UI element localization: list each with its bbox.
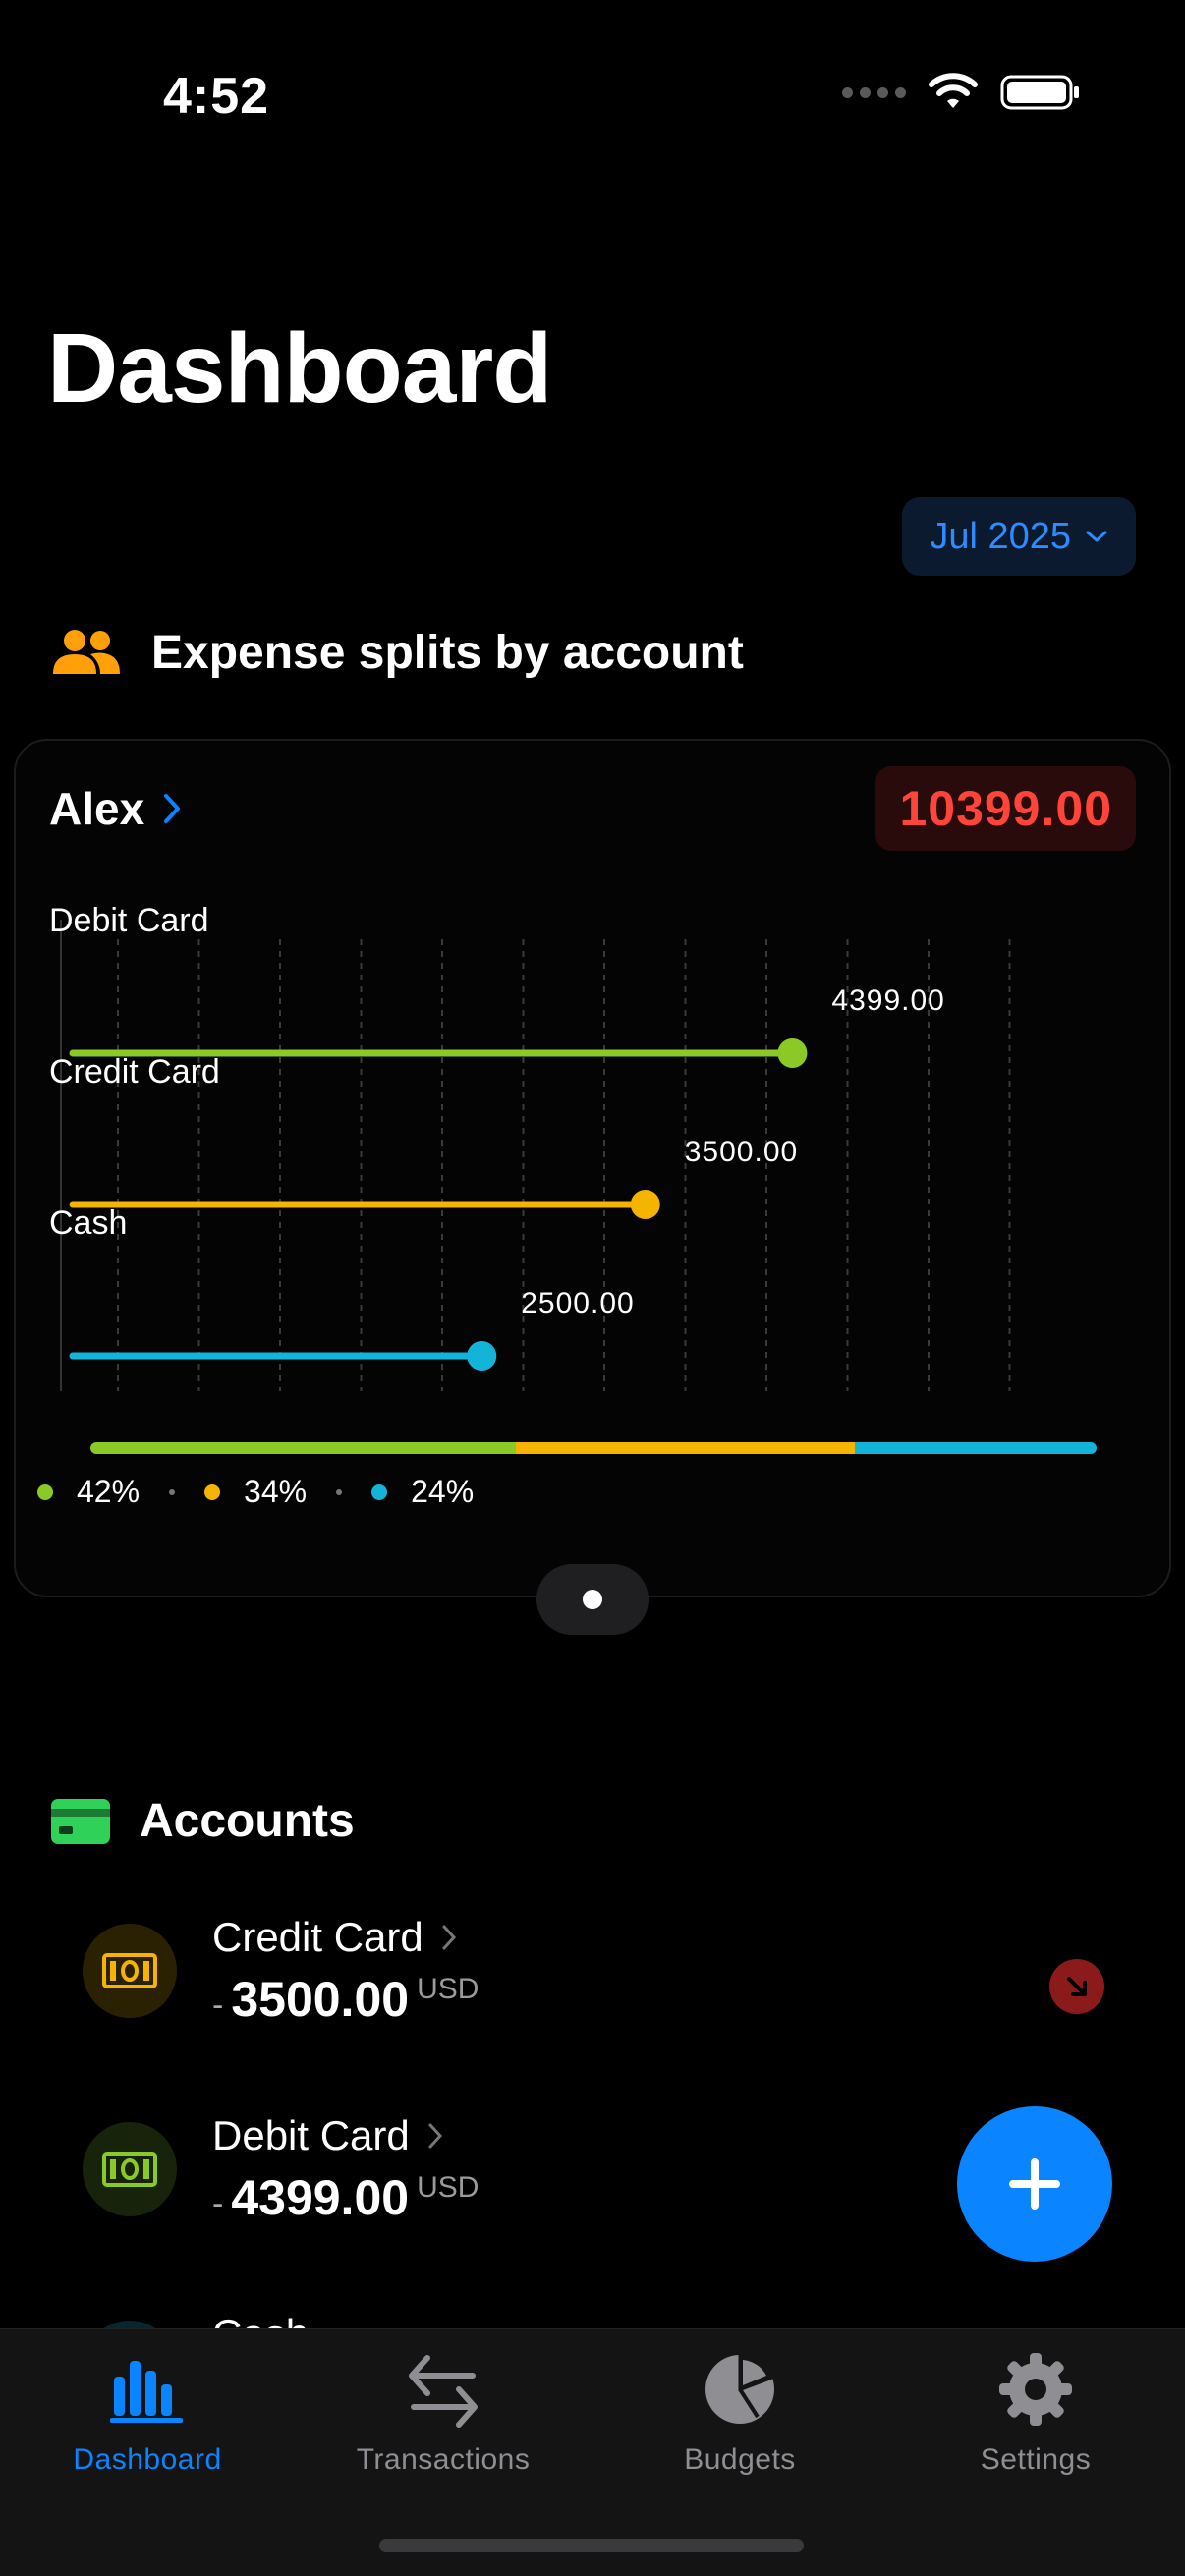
balance-currency: USD [417,1973,480,2005]
expense-split-card: Alex 10399.00 Debit Card Credit Card Cas… [14,739,1171,1597]
bar-value-debit-card: 4399.00 [831,984,945,1017]
account-balance: - 3500.00 USD [212,1971,479,2028]
bar-label-credit-card: Credit Card [49,1053,220,1091]
dashboard-screen: 4:52 Dashboard Jul 2025 Expense splits b… [0,0,1185,2576]
bar-chart-icon [108,2347,187,2432]
card-owner-name: Alex [49,783,145,834]
split-legend: 42% 34% 24% [37,1474,474,1510]
month-selector[interactable]: Jul 2025 [902,497,1136,576]
split-bar-endpoint [630,1190,660,1219]
account-name: Debit Card [212,2112,410,2158]
account-name-link[interactable]: Debit Card [212,2112,443,2159]
split-stack-bar [90,1442,1097,1454]
signal-dots-icon [842,86,906,98]
tab-transactions[interactable]: Transactions [296,2347,591,2494]
add-transaction-button[interactable] [957,2106,1112,2262]
pie-chart-icon [703,2347,777,2432]
month-selector-label: Jul 2025 [930,515,1071,557]
chevron-right-icon [164,794,181,823]
battery-icon [1000,75,1079,110]
transfer-arrows-icon [406,2347,480,2432]
legend-dot [37,1484,53,1500]
status-time: 4:52 [163,68,270,125]
split-bar-endpoint [467,1341,497,1371]
legend-percent: 34% [244,1474,308,1509]
legend-percent: 24% [411,1474,475,1509]
accounts-section-header: Accounts [51,1794,355,1848]
account-balance: - 4399.00 USD [212,2169,479,2226]
card-total-value: 10399.00 [899,781,1112,836]
tab-dashboard[interactable]: Dashboard [0,2347,295,2494]
chevron-down-icon [1086,531,1107,542]
bar-label-debit-card: Debit Card [49,902,209,939]
account-row-credit-card[interactable]: Credit Card - 3500.00 USD [83,1914,1104,2051]
cash-bill-icon [83,2122,177,2216]
account-name: Credit Card [212,1914,423,1960]
status-icons [842,73,1081,112]
tab-label: Settings [980,2443,1092,2476]
accounts-section-title: Accounts [140,1795,355,1847]
balance-sign: - [212,2185,224,2222]
tab-label: Budgets [684,2443,796,2476]
tab-settings[interactable]: Settings [888,2347,1183,2494]
card-owner-link[interactable]: Alex [49,782,182,835]
chevron-right-icon [442,1925,456,1950]
account-name-link[interactable]: Credit Card [212,1914,457,1961]
tab-label: Dashboard [73,2443,222,2476]
stack-segment [90,1442,517,1454]
bar-label-cash: Cash [49,1204,128,1242]
bar-value-credit-card: 3500.00 [684,1136,799,1168]
card-total-badge: 10399.00 [875,766,1136,851]
credit-card-icon [51,1798,110,1844]
splits-section-title: Expense splits by account [151,626,744,679]
home-indicator [379,2539,804,2552]
stack-segment [854,1442,1097,1454]
wifi-icon [929,73,978,108]
balance-value: 3500.00 [231,1972,410,2027]
trend-down-icon [1049,1959,1104,2014]
people-icon [53,630,120,674]
bar-value-cash: 2500.00 [521,1287,635,1319]
split-bar-endpoint [777,1038,808,1068]
balance-sign: - [212,1987,224,2024]
legend-dot [204,1484,221,1500]
legend-item-debit-card: 42% [37,1474,140,1510]
balance-currency: USD [417,2171,480,2204]
tab-label: Transactions [356,2443,531,2476]
splits-section-header: Expense splits by account [51,625,744,680]
legend-percent: 42% [77,1474,141,1509]
stack-segment [516,1442,855,1454]
balance-value: 4399.00 [231,2170,410,2225]
plus-icon [1009,2158,1060,2210]
account-row-debit-card[interactable]: Debit Card - 4399.00 USD [83,2112,1104,2250]
tab-budgets[interactable]: Budgets [592,2347,887,2494]
legend-item-credit-card: 34% [204,1474,307,1510]
page-indicator[interactable] [536,1564,649,1635]
legend-separator [169,1488,176,1495]
legend-item-cash: 24% [371,1474,474,1510]
gear-icon [997,2347,1074,2432]
page-title: Dashboard [47,313,552,423]
legend-dot [371,1484,388,1500]
cash-bill-icon [83,1924,177,2018]
chevron-right-icon [428,2123,442,2149]
legend-separator [336,1488,343,1495]
